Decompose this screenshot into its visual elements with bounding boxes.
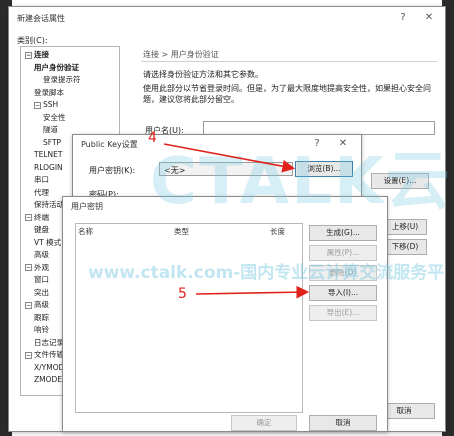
- arrow-to-browse: [163, 143, 296, 173]
- arrow-to-import: [195, 285, 310, 299]
- annotation-arrows: [163, 143, 310, 299]
